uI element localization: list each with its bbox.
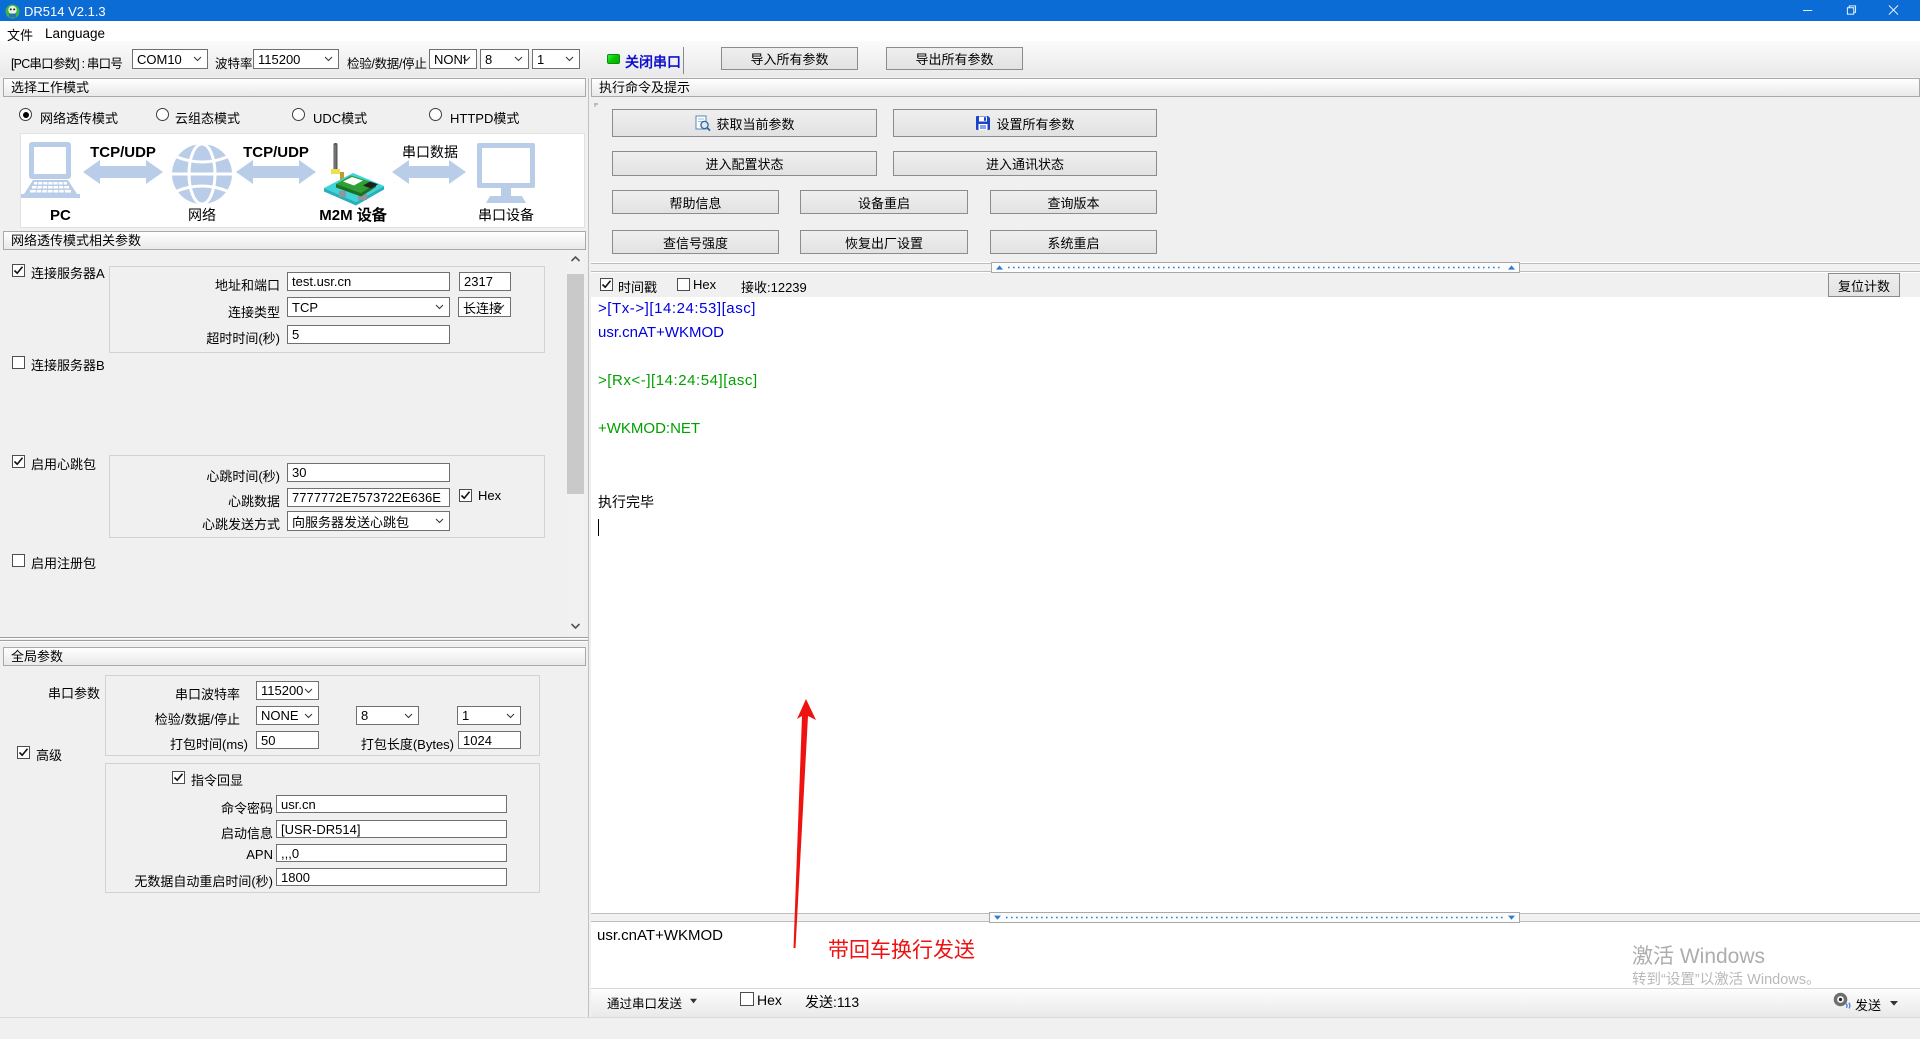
- svg-text:TCP/UDP: TCP/UDP: [243, 144, 309, 161]
- svg-text:串口设备: 串口设备: [478, 207, 534, 223]
- svg-text:PC: PC: [50, 207, 71, 224]
- svg-text:串口数据: 串口数据: [402, 144, 458, 160]
- svg-text:TCP/UDP: TCP/UDP: [90, 144, 156, 161]
- svg-text:网络: 网络: [188, 207, 216, 223]
- svg-text:M2M 设备: M2M 设备: [319, 206, 388, 224]
